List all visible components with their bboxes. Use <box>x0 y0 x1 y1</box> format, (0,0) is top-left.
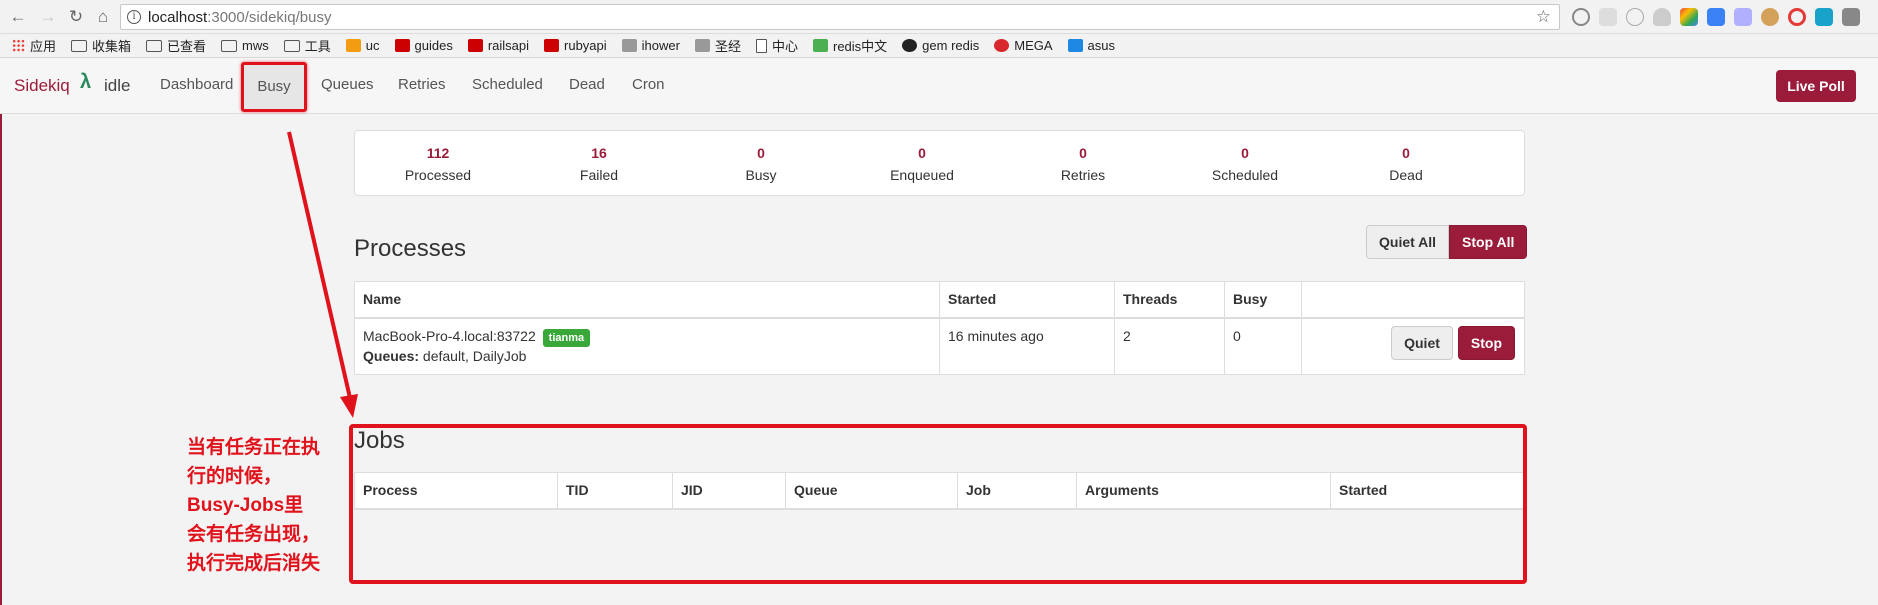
annotation-arrow <box>287 131 358 418</box>
